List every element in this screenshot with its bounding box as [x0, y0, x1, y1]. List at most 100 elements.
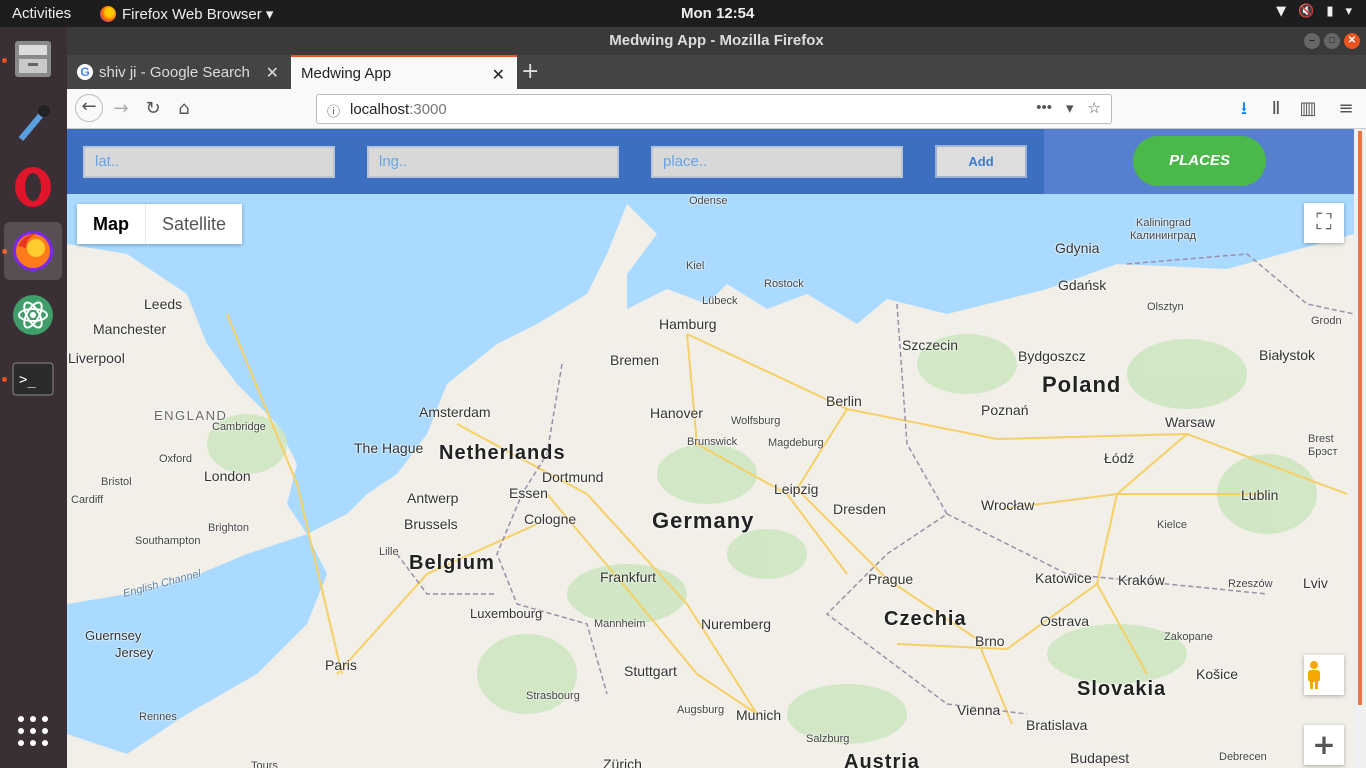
map-label-city: Poznań: [981, 402, 1029, 418]
forward-button[interactable]: →: [109, 97, 133, 121]
map-label-city: Tours: [251, 760, 278, 768]
chevron-down-icon[interactable]: ▾: [1345, 4, 1352, 19]
downloads-icon[interactable]: ⭳: [1232, 97, 1256, 121]
map-label-city: Cologne: [524, 511, 577, 527]
map-label-city: Wrocław: [981, 497, 1035, 513]
window-title-bar: Medwing App - Mozilla Firefox – □ ✕: [67, 27, 1366, 55]
files-icon[interactable]: [4, 30, 62, 88]
map-label-city: Frankfurt: [600, 569, 657, 585]
google-map[interactable]: Netherlands Belgium Germany Poland Czech…: [67, 194, 1354, 768]
menu-icon[interactable]: ≡: [1334, 97, 1358, 121]
pocket-icon[interactable]: ▾: [1066, 99, 1074, 117]
activities-button[interactable]: Activities: [12, 5, 71, 22]
map-label-city: Rostock: [764, 278, 804, 290]
page-actions-icon[interactable]: •••: [1036, 99, 1052, 117]
places-button[interactable]: PLACES: [1133, 136, 1266, 186]
place-input[interactable]: place..: [651, 146, 903, 178]
bookmark-star-icon[interactable]: ☆: [1088, 99, 1101, 117]
map-label-city: Rennes: [139, 711, 177, 723]
firefox-icon[interactable]: [4, 222, 62, 280]
map-label-city: Szczecin: [902, 337, 959, 353]
map-label-city: Dresden: [833, 501, 886, 517]
map-label-city: London: [204, 468, 251, 484]
map-label-city: Bremen: [610, 352, 660, 368]
map-label-city: Stuttgart: [624, 663, 677, 679]
map-label-city: Salzburg: [806, 733, 850, 745]
map-label-city: Калининград: [1130, 230, 1197, 242]
map-label-city: Zakopane: [1164, 631, 1213, 643]
map-label-city: Olsztyn: [1147, 301, 1184, 313]
show-applications-icon[interactable]: [4, 702, 62, 760]
map-label-city: Berlin: [826, 393, 862, 409]
wifi-icon[interactable]: ▼: [1276, 4, 1286, 19]
clock[interactable]: Mon 12:54: [681, 5, 754, 22]
map-label-netherlands: Netherlands: [439, 442, 566, 464]
map-label-city: Liverpool: [68, 350, 125, 366]
system-tray[interactable]: ▼ 🔇 ▮ ▾: [1276, 4, 1352, 19]
volume-icon[interactable]: 🔇: [1298, 4, 1314, 19]
page-content: lat.. lng.. place.. Add PLACES Netherlan…: [67, 129, 1354, 768]
map-label-city: Grodn: [1311, 315, 1342, 327]
close-tab-icon[interactable]: ✕: [266, 63, 279, 83]
map-label-city: Antwerp: [407, 490, 459, 506]
atom-icon[interactable]: [4, 286, 62, 344]
google-icon: G: [77, 64, 93, 80]
new-tab-button[interactable]: +: [521, 59, 539, 84]
map-label-city: Manchester: [93, 321, 167, 337]
fullscreen-button[interactable]: ⛶: [1304, 203, 1344, 243]
library-icon[interactable]: Ⅱ: [1264, 97, 1288, 121]
map-label-city: Hanover: [650, 405, 703, 421]
map-label-city: The Hague: [354, 440, 424, 456]
close-tab-icon[interactable]: ✕: [492, 65, 505, 85]
maximize-icon[interactable]: □: [1324, 33, 1340, 49]
lng-input[interactable]: lng..: [367, 146, 619, 178]
map-type-satellite-button[interactable]: Satellite: [145, 204, 242, 244]
map-label-city: Magdeburg: [768, 437, 824, 449]
map-label-city: Paris: [325, 657, 357, 673]
app-menu[interactable]: Firefox Web Browser ▾: [100, 5, 273, 23]
map-label-city: Hamburg: [659, 316, 717, 332]
map-label-city: Mannheim: [594, 618, 646, 630]
site-info-icon[interactable]: ⓘ: [327, 101, 340, 120]
map-label-city: Lille: [379, 546, 399, 558]
map-label-city: Guernsey: [85, 628, 142, 643]
map-label-city: Kielce: [1157, 519, 1187, 531]
battery-icon[interactable]: ▮: [1326, 4, 1333, 19]
scrollbar-thumb[interactable]: [1358, 131, 1362, 705]
add-button[interactable]: Add: [935, 145, 1027, 178]
home-button[interactable]: ⌂: [172, 97, 196, 121]
map-label-city: Bydgoszcz: [1018, 348, 1086, 364]
map-label-city: Southampton: [135, 535, 201, 547]
map-label-city: Gdańsk: [1058, 277, 1107, 293]
sidebar-icon[interactable]: ▥: [1296, 97, 1320, 121]
map-label-city: Kaliningrad: [1136, 217, 1192, 229]
map-label-city: Košice: [1196, 666, 1239, 682]
firefox-icon: [100, 6, 116, 22]
terminal-icon[interactable]: >_: [4, 350, 62, 408]
page-scrollbar[interactable]: [1354, 129, 1366, 768]
map-label-city: Kraków: [1118, 572, 1165, 588]
minimize-icon[interactable]: –: [1304, 33, 1320, 49]
lat-input[interactable]: lat..: [83, 146, 335, 178]
street-view-pegman[interactable]: [1304, 655, 1344, 695]
close-window-icon[interactable]: ✕: [1344, 33, 1360, 49]
map-label-city: Rzeszów: [1228, 578, 1273, 590]
map-label-city: Jersey: [115, 645, 154, 660]
opera-icon[interactable]: [4, 158, 62, 216]
url-bar[interactable]: ⓘ localhost:3000 ••• ▾ ☆: [316, 94, 1112, 124]
system-top-bar: Activities Firefox Web Browser ▾ Mon 12:…: [0, 0, 1366, 27]
reload-button[interactable]: ↻: [141, 97, 165, 121]
color-picker-icon[interactable]: [4, 94, 62, 152]
back-button[interactable]: ←: [75, 94, 103, 122]
map-type-map-button[interactable]: Map: [77, 204, 145, 244]
tab-medwing-app[interactable]: Medwing App ✕: [291, 55, 517, 89]
map-label-city: Lviv: [1303, 575, 1328, 591]
tab-google-search[interactable]: G shiv ji - Google Search ✕: [67, 55, 291, 89]
map-label-city: Augsburg: [677, 704, 725, 716]
map-label-city: Bristol: [101, 476, 132, 488]
map-label-city: Cambridge: [212, 421, 266, 433]
map-label-city: Brussels: [404, 516, 458, 532]
map-label-city: Brest: [1308, 433, 1334, 445]
zoom-in-button[interactable]: +: [1304, 725, 1344, 765]
map-label-city: Cardiff: [71, 494, 104, 506]
